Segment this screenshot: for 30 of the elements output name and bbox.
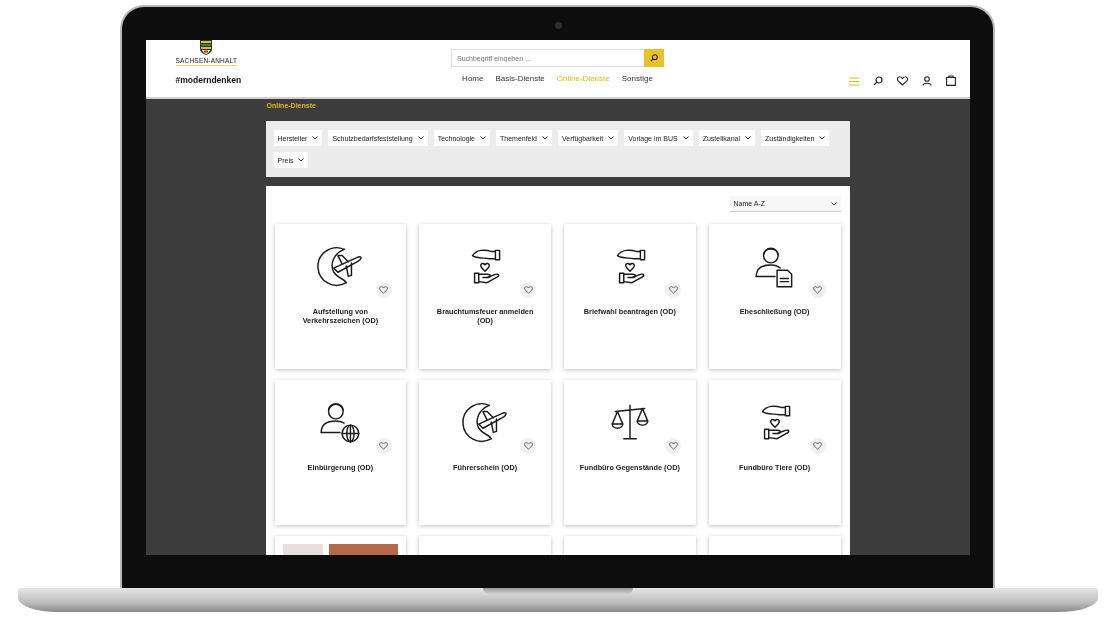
- chevron-down-icon: [682, 136, 689, 140]
- favorite-button[interactable]: [809, 438, 826, 454]
- favorite-button[interactable]: [375, 438, 392, 454]
- favorite-button[interactable]: [665, 438, 681, 454]
- favorite-button[interactable]: [809, 282, 826, 298]
- menu-icon[interactable]: [848, 77, 859, 86]
- chevron-down-icon: [480, 136, 486, 140]
- nav-link[interactable]: Sonstige: [621, 74, 653, 83]
- nav-link[interactable]: Basis-Dienste: [495, 74, 545, 83]
- chevron-down-icon: [830, 201, 837, 206]
- chevron-down-icon: [312, 136, 319, 140]
- chevron-down-icon: [745, 136, 751, 140]
- search-button[interactable]: [644, 49, 664, 67]
- chevron-down-icon: [541, 136, 548, 140]
- chevron-down-icon: [298, 158, 305, 162]
- favorite-button[interactable]: [520, 438, 537, 454]
- shopping-bag-icon[interactable]: [945, 75, 956, 86]
- heart-icon[interactable]: [896, 76, 908, 86]
- nav-link[interactable]: Home: [462, 74, 484, 83]
- chevron-down-icon: [819, 136, 826, 140]
- search-icon: [650, 54, 658, 62]
- chevron-down-icon: [417, 136, 424, 140]
- search-icon[interactable]: [872, 76, 883, 86]
- user-icon[interactable]: [921, 76, 932, 86]
- favorite-button[interactable]: [665, 282, 681, 298]
- slogan: #moderndenken: [175, 75, 242, 85]
- favorite-button[interactable]: [520, 282, 537, 298]
- favorite-button[interactable]: [375, 282, 392, 298]
- chevron-down-icon: [608, 136, 615, 140]
- webcam-dot: [554, 22, 562, 29]
